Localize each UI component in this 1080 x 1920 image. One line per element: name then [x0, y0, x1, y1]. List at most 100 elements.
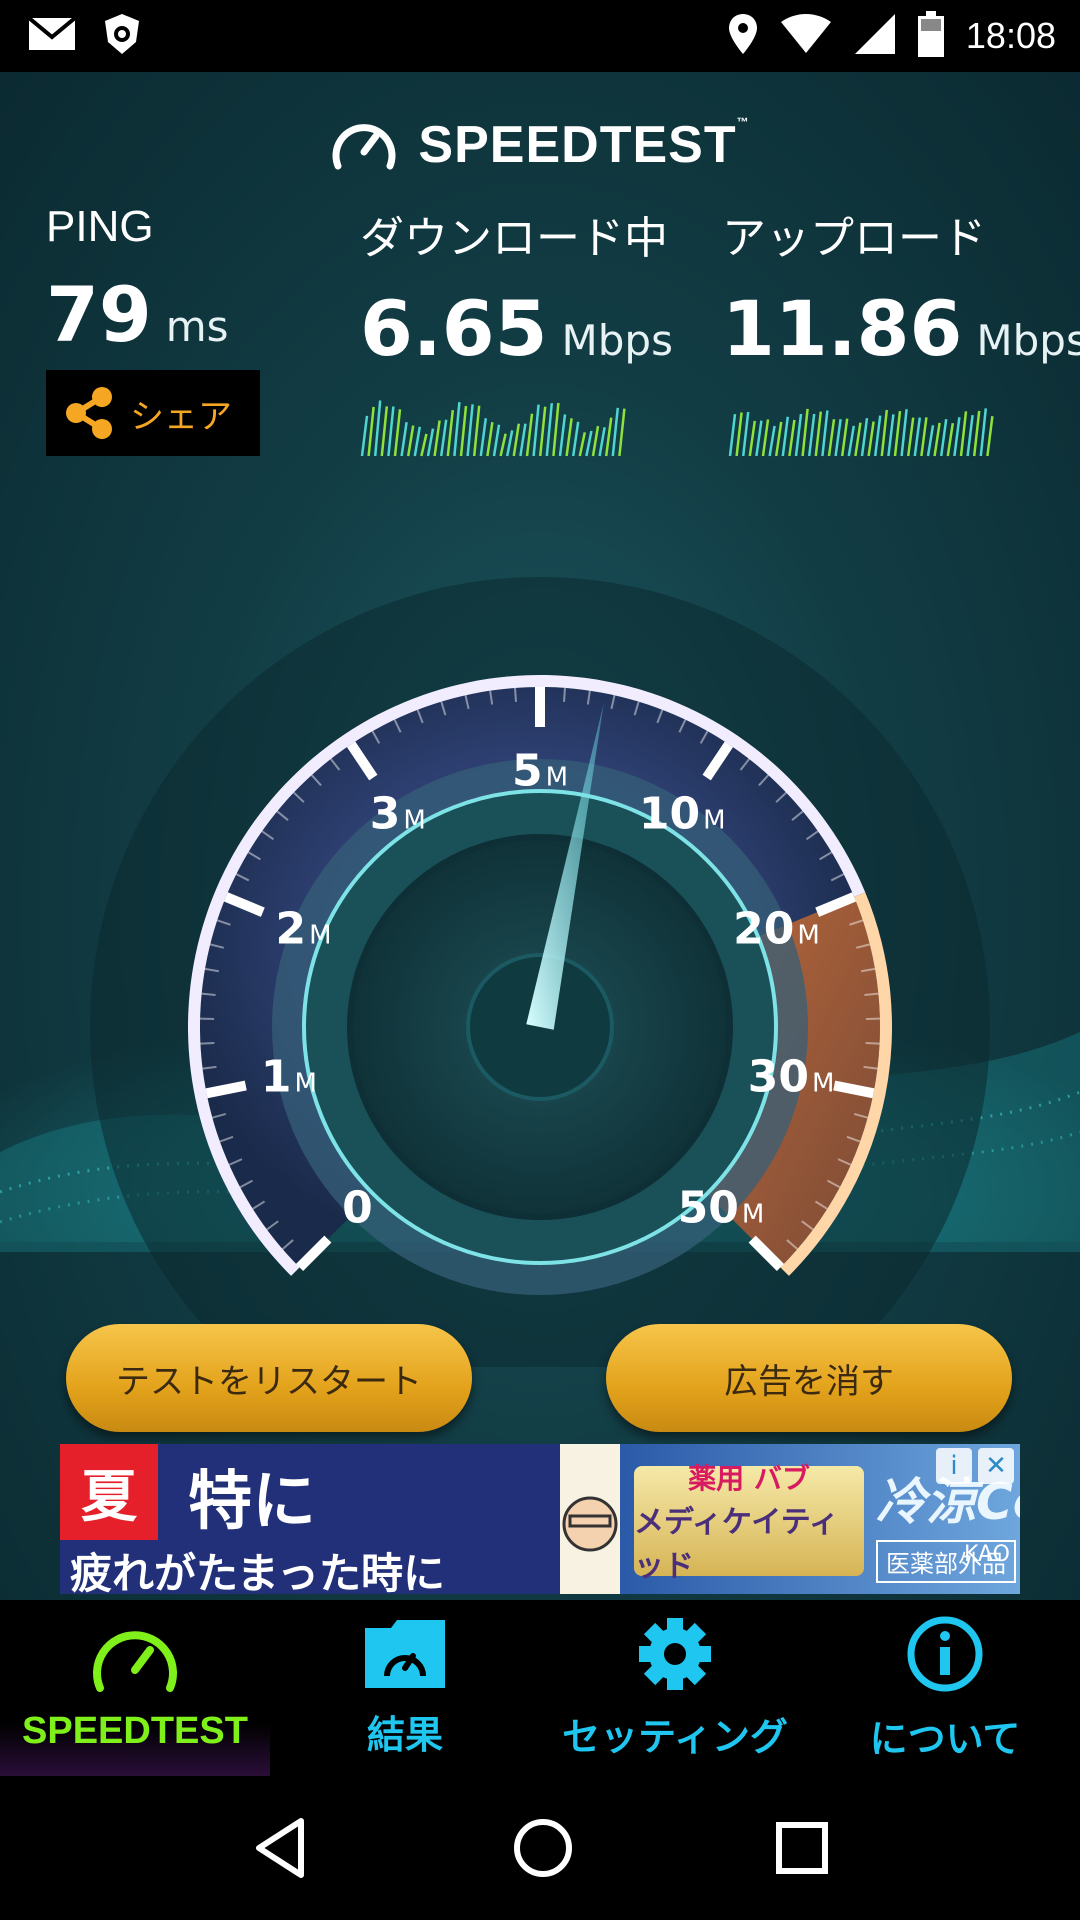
sparkline-bar	[578, 432, 587, 457]
sparkline-bar	[854, 422, 862, 457]
sparkline-bar	[591, 425, 600, 457]
upload-unit: Mbps	[976, 316, 1080, 365]
restart-test-button[interactable]: テストをリスタート	[66, 1324, 472, 1432]
ad-left-panel: 夏 特に 疲れがたまった時に	[60, 1444, 560, 1594]
ad-brand: KAO	[963, 1542, 1010, 1567]
sparkline-bar	[406, 425, 415, 457]
sparkline-bar	[459, 405, 468, 457]
sparkline-bar	[794, 413, 803, 457]
bottom-tab-bar: SPEEDTEST 結果 セッティング について	[0, 1600, 1080, 1776]
gauge-minor-tick	[562, 687, 567, 702]
gauge-minor-tick	[200, 1041, 215, 1045]
sparkline-bar	[571, 421, 580, 457]
ping-unit: ms	[165, 302, 229, 351]
sparkline-bar	[959, 411, 968, 457]
ad-close-icon[interactable]: ✕	[978, 1448, 1014, 1484]
cell-signal-icon	[854, 13, 896, 59]
ad-badge: 夏	[60, 1444, 158, 1540]
share-label: シェア	[130, 396, 232, 437]
sparkline-bar	[807, 413, 816, 457]
gauge-tick-label: 50 M	[677, 1182, 765, 1234]
tab-settings[interactable]: セッティング	[540, 1600, 810, 1776]
sparkline-bar	[446, 409, 455, 457]
sparkline-bar	[748, 420, 757, 457]
sparkline-bar	[801, 408, 809, 457]
speedtest-main: SPEEDTEST™ PING 79 ms ダウンロード中 6.65 Mbps アッ…	[0, 72, 1080, 1600]
sparkline-bar	[867, 421, 875, 457]
sparkline-bar	[979, 408, 988, 457]
sparkline-bar	[472, 405, 481, 457]
sparkline-bar	[479, 418, 488, 457]
sparkline-bar	[360, 415, 369, 457]
tab-label: セッティング	[562, 1714, 788, 1759]
sparkline-bar	[512, 423, 521, 457]
upload-label: アップロード	[722, 213, 986, 264]
download-unit: Mbps	[561, 316, 673, 365]
tab-label: SPEEDTEST	[22, 1709, 248, 1752]
sparkline-bar	[774, 421, 783, 457]
sparkline-bar	[972, 410, 981, 457]
tab-speedtest[interactable]: SPEEDTEST	[0, 1600, 270, 1776]
sparkline-bar	[893, 410, 902, 457]
sparkline-bar	[880, 409, 889, 457]
gauge-tick-label: 30 M	[747, 1051, 835, 1103]
ping-value: 79	[46, 270, 152, 359]
recents-icon[interactable]	[775, 1821, 829, 1875]
sparkline-bar	[552, 402, 560, 457]
sparkline-bar	[920, 417, 928, 457]
ad-choices-info-icon[interactable]: i	[936, 1448, 972, 1484]
sparkline-bar	[781, 416, 790, 457]
sparkline-bar	[532, 404, 540, 457]
sparkline-bar	[519, 423, 527, 457]
sparkline-bar	[768, 425, 776, 457]
gauge-minor-tick	[864, 992, 879, 997]
sparkline-bar	[433, 420, 441, 457]
sparkline-bar	[887, 414, 895, 457]
sparkline-bar	[492, 424, 501, 457]
sparkline-bar	[821, 410, 829, 457]
system-navigation-bar	[0, 1776, 1080, 1920]
sparkline-bar	[558, 414, 567, 457]
sparkline-bar	[420, 433, 428, 457]
sparkline-bar	[611, 407, 620, 457]
sparkline-bar	[505, 430, 514, 457]
sparkline-bar	[814, 411, 823, 457]
speedometer-icon	[93, 1630, 177, 1692]
speedtest-logo: SPEEDTEST™	[0, 110, 1080, 180]
tab-about[interactable]: について	[810, 1600, 1080, 1776]
sparkline-bar	[827, 419, 836, 457]
sparkline-bar	[525, 413, 534, 457]
sparkline-bar	[426, 428, 435, 457]
upload-sparkline	[728, 408, 994, 457]
sparkline-bar	[946, 422, 955, 457]
info-icon	[907, 1616, 983, 1691]
ad-subheadline: 疲れがたまった時に	[70, 1549, 446, 1594]
share-button[interactable]: シェア	[46, 370, 260, 456]
remove-ads-button[interactable]: 広告を消す	[606, 1324, 1012, 1432]
share-icon	[66, 387, 112, 439]
sparkline-bar	[565, 418, 573, 457]
sparkline-bar	[387, 406, 395, 457]
sparkline-bar	[373, 400, 382, 457]
home-icon[interactable]	[512, 1817, 574, 1879]
battery-icon	[917, 11, 944, 61]
tab-results[interactable]: 結果	[270, 1600, 540, 1776]
back-icon[interactable]	[251, 1817, 311, 1879]
logo-text: SPEEDTEST™	[418, 115, 750, 174]
sparkline-bar	[499, 433, 507, 457]
wifi-icon	[780, 14, 832, 58]
ad-illustration	[560, 1444, 620, 1594]
download-metric: ダウンロード中 6.65 Mbps	[360, 202, 673, 373]
upload-metric: アップロード 11.86 Mbps	[722, 202, 1080, 373]
tab-label: について	[869, 1716, 1021, 1761]
gauge-minor-tick	[513, 687, 518, 702]
ad-banner[interactable]: 夏 特に 疲れがたまった時に 薬用 バブ メディケイティッド 冷涼Cool 医薬…	[60, 1444, 1020, 1594]
sparkline-bar	[847, 425, 856, 457]
gauge-minor-tick	[201, 992, 216, 997]
sparkline-bar	[367, 406, 375, 457]
gear-icon	[639, 1617, 711, 1690]
sparkline-bar	[860, 417, 869, 457]
sparkline-bar	[604, 417, 613, 457]
gauge-minor-tick	[865, 1041, 880, 1045]
sparkline-bar	[926, 425, 935, 457]
